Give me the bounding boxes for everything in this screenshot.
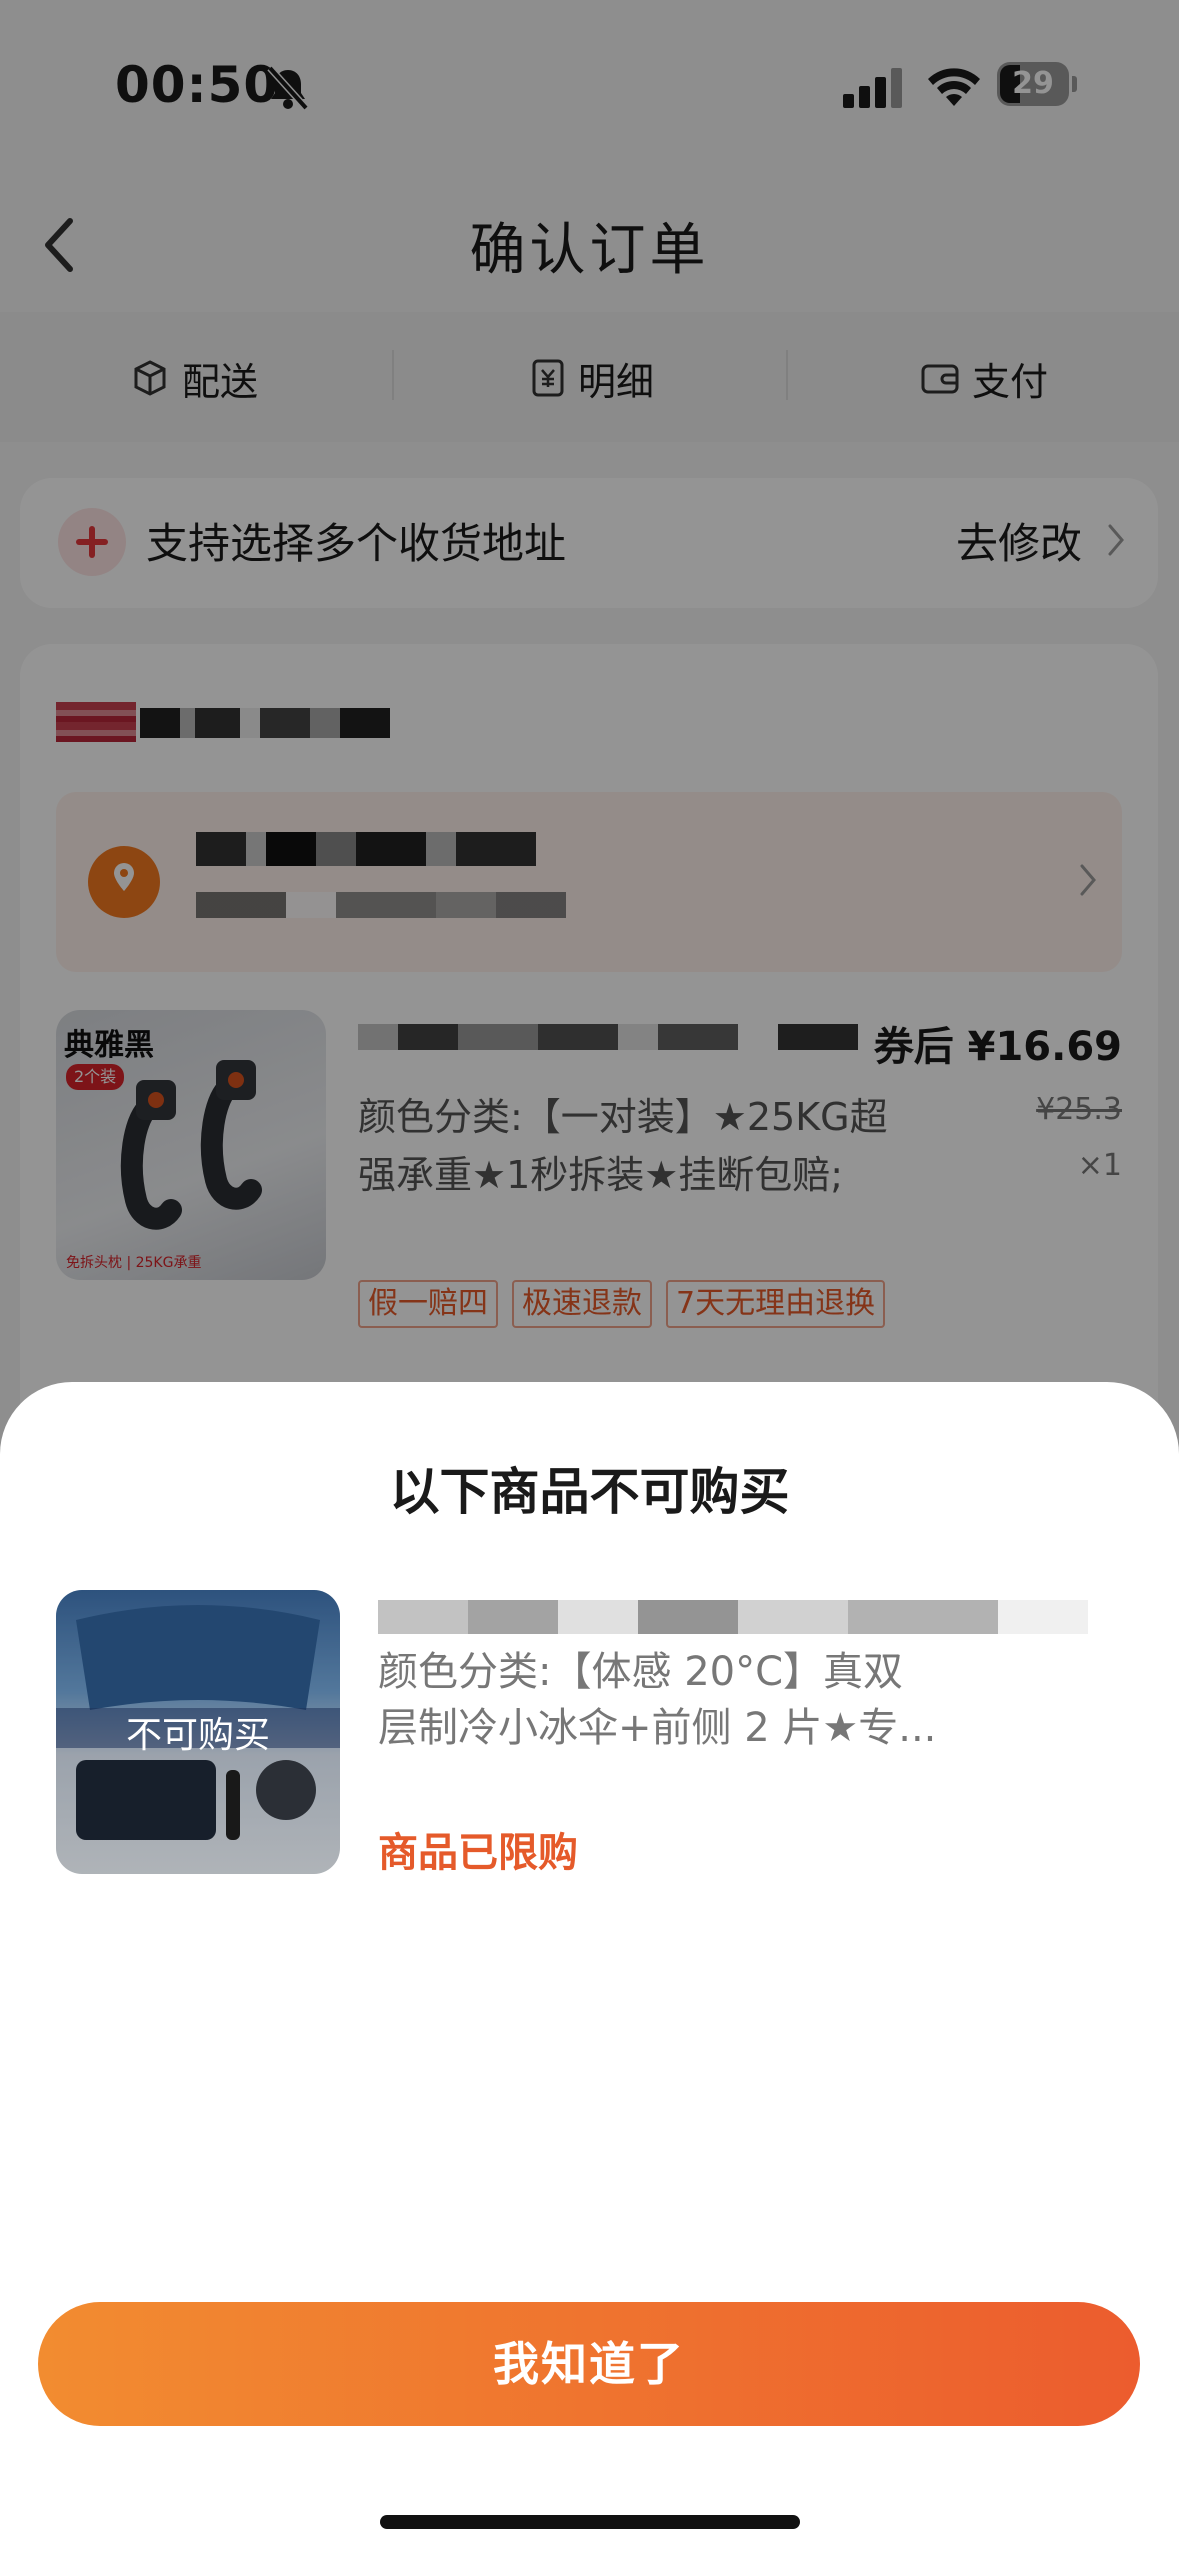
acknowledge-button[interactable]: 我知道了 bbox=[38, 2302, 1140, 2426]
sheet-title: 以下商品不可购买 bbox=[389, 1463, 790, 1521]
home-indicator[interactable] bbox=[380, 2515, 800, 2529]
purchase-limit-status: 商品已限购 bbox=[378, 1830, 578, 1876]
unavailable-product-thumbnail: 不可购买 bbox=[56, 1590, 340, 1874]
unavailable-product-spec: 颜色分类:【体感 20°C】真双层制冷小冰伞+前侧 2 片★专... bbox=[378, 1649, 937, 1751]
not-purchasable-overlay: 不可购买 bbox=[125, 1715, 270, 1756]
